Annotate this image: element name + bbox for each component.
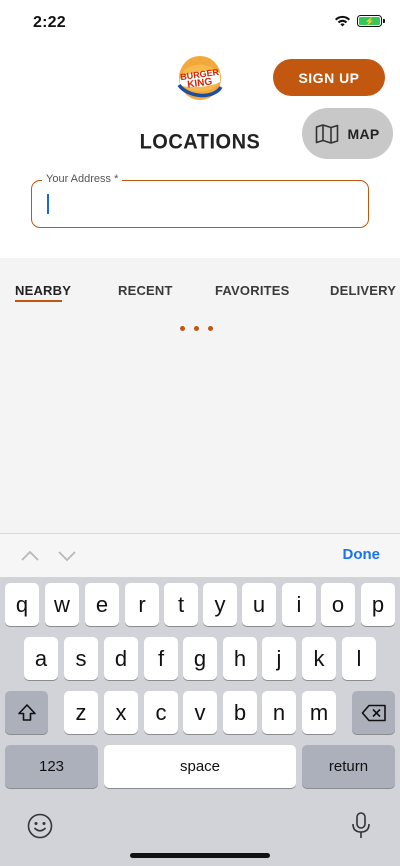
key-s[interactable]: s: [64, 637, 98, 680]
key-o[interactable]: o: [321, 583, 355, 626]
tab-nearby[interactable]: NEARBY: [15, 283, 71, 298]
done-button[interactable]: Done: [343, 546, 381, 563]
status-bar: 2:22 ⚡: [0, 0, 400, 46]
key-m[interactable]: m: [302, 691, 336, 734]
numbers-key[interactable]: 123: [5, 745, 98, 788]
tab-favorites[interactable]: FAVORITES: [215, 283, 290, 298]
address-label: Your Address *: [42, 173, 123, 185]
key-v[interactable]: v: [183, 691, 217, 734]
active-tab-underline: [15, 300, 62, 302]
address-field[interactable]: Your Address *: [31, 173, 369, 228]
key-a[interactable]: a: [24, 637, 58, 680]
map-label: MAP: [347, 125, 380, 142]
tab-delivery[interactable]: DELIVERY: [330, 283, 396, 298]
keyboard: q w e r t y u i o p a s d f g h j k l z …: [0, 577, 400, 866]
shift-key[interactable]: [5, 691, 48, 734]
keyboard-accessory-bar: Done: [0, 533, 400, 577]
key-r[interactable]: r: [125, 583, 159, 626]
key-h[interactable]: h: [223, 637, 257, 680]
backspace-key[interactable]: [352, 691, 395, 734]
status-time: 2:22: [33, 14, 66, 31]
text-caret: [47, 194, 49, 214]
home-indicator: [130, 853, 270, 858]
return-key[interactable]: return: [302, 745, 395, 788]
backspace-icon: [361, 704, 386, 721]
key-t[interactable]: t: [164, 583, 198, 626]
microphone-icon[interactable]: [350, 811, 372, 841]
burger-king-logo: BURGER KING: [177, 56, 223, 100]
key-u[interactable]: u: [242, 583, 276, 626]
chevron-up-icon[interactable]: [20, 546, 40, 566]
key-f[interactable]: f: [144, 637, 178, 680]
key-l[interactable]: l: [342, 637, 376, 680]
key-p[interactable]: p: [361, 583, 395, 626]
map-icon: [316, 123, 339, 144]
key-c[interactable]: c: [144, 691, 178, 734]
battery-icon: ⚡: [357, 15, 385, 27]
key-b[interactable]: b: [223, 691, 257, 734]
key-y[interactable]: y: [203, 583, 237, 626]
key-d[interactable]: d: [104, 637, 138, 680]
loading-indicator: [180, 326, 213, 331]
tab-recent[interactable]: RECENT: [118, 283, 173, 298]
key-i[interactable]: i: [282, 583, 316, 626]
key-n[interactable]: n: [262, 691, 296, 734]
chevron-down-icon[interactable]: [57, 546, 77, 566]
wifi-icon: [335, 15, 350, 27]
key-z[interactable]: z: [64, 691, 98, 734]
key-x[interactable]: x: [104, 691, 138, 734]
key-k[interactable]: k: [302, 637, 336, 680]
shift-icon: [17, 703, 36, 721]
sign-up-button[interactable]: SIGN UP: [273, 59, 385, 96]
status-icons: ⚡: [334, 15, 385, 27]
key-g[interactable]: g: [183, 637, 217, 680]
key-w[interactable]: w: [45, 583, 79, 626]
address-input[interactable]: [46, 193, 346, 217]
map-button[interactable]: MAP: [302, 108, 393, 159]
key-e[interactable]: e: [85, 583, 119, 626]
emoji-icon[interactable]: [27, 813, 53, 839]
key-j[interactable]: j: [262, 637, 296, 680]
locations-content: NEARBY RECENT FAVORITES DELIVERY: [0, 258, 400, 533]
key-q[interactable]: q: [5, 583, 39, 626]
space-key[interactable]: space: [104, 745, 296, 788]
